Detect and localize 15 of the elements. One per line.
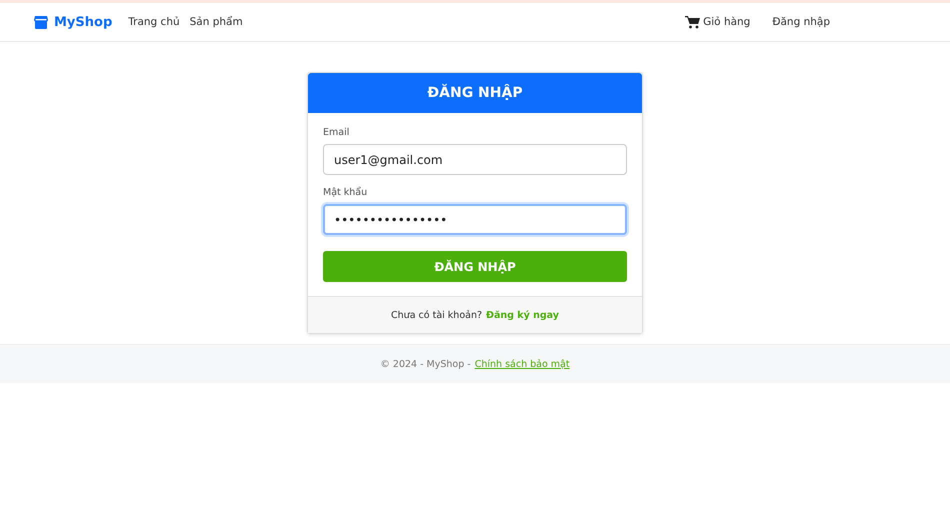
- card-title: ĐĂNG NHẬP: [427, 85, 523, 101]
- cart-link[interactable]: Giỏ hàng: [685, 16, 750, 28]
- copyright-text: © 2024 - MyShop -: [380, 358, 471, 370]
- field-label: Mật khẩu: [323, 187, 368, 198]
- brand-name: MyShop: [54, 14, 112, 30]
- signup-prompt: Chưa có tài khoản?: [391, 310, 482, 320]
- input-field[interactable]: ••••••••••••••••: [323, 204, 627, 235]
- field-label: Email: [323, 127, 350, 138]
- store-icon: [34, 16, 48, 28]
- nav-link[interactable]: Trang chủ: [128, 16, 180, 28]
- cart-icon: [685, 16, 700, 28]
- input-field[interactable]: user1@gmail.com: [323, 144, 627, 175]
- brand-link[interactable]: MyShop: [34, 14, 112, 30]
- nav-link[interactable]: Sản phẩm: [190, 16, 243, 28]
- login-link[interactable]: Đăng nhập: [772, 16, 830, 28]
